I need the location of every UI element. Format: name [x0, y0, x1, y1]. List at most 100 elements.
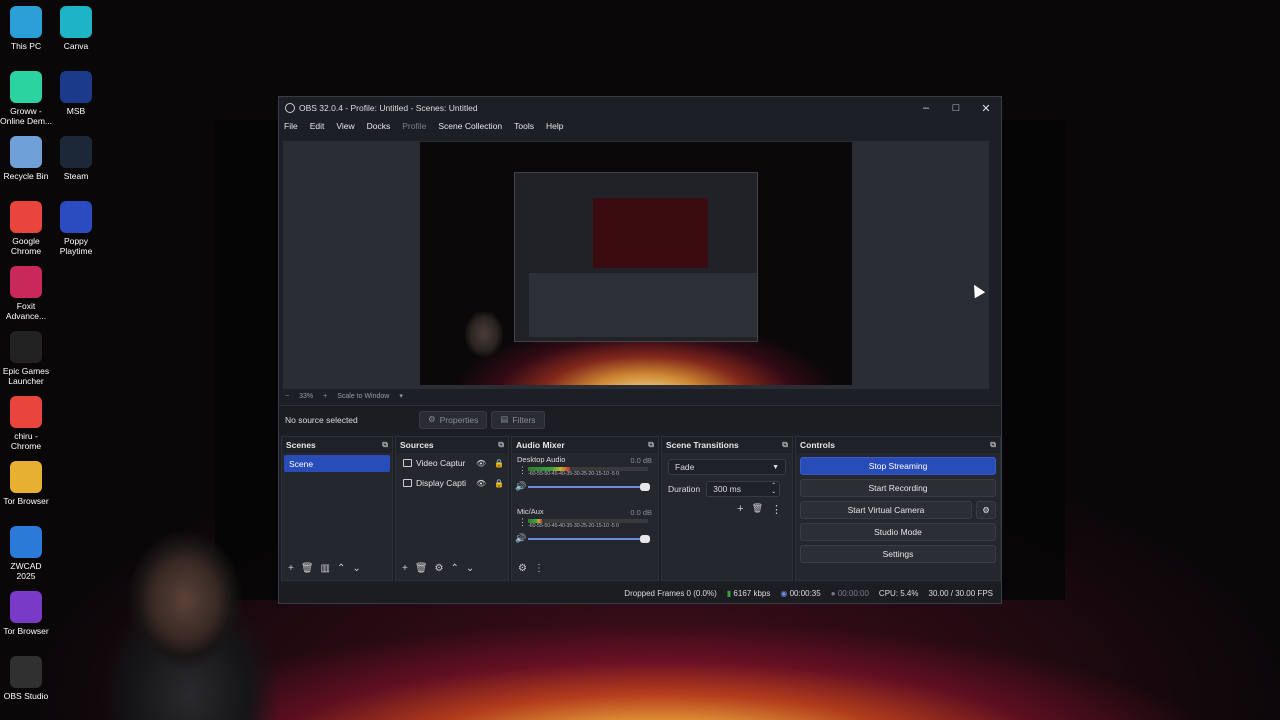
- add-icon[interactable]: +: [737, 503, 743, 516]
- add-icon[interactable]: +: [402, 563, 408, 574]
- desktop-icon[interactable]: MSB: [50, 71, 102, 116]
- desktop-icon[interactable]: Epic Games Launcher: [0, 331, 52, 386]
- lock-icon[interactable]: 🔒: [494, 479, 504, 488]
- source-item[interactable]: Display Capti 👁 🔒: [396, 473, 508, 493]
- desktop-icon-label: Foxit Advance...: [5, 301, 47, 321]
- popout-icon[interactable]: ⧉: [498, 440, 504, 450]
- maximize-button[interactable]: □: [941, 102, 971, 115]
- scene-item[interactable]: Scene: [284, 455, 390, 472]
- menu-bar: File Edit View Docks Profile Scene Colle…: [279, 119, 1001, 133]
- source-status: No source selected: [285, 414, 358, 425]
- bitrate: 6167 kbps: [733, 588, 771, 598]
- desktop-icon[interactable]: chiru - Chrome: [0, 396, 52, 451]
- kebab-icon[interactable]: ⋮: [771, 503, 782, 516]
- popout-icon[interactable]: ⧉: [990, 440, 996, 450]
- desktop-icon-label: ZWCAD 2025: [10, 561, 42, 581]
- preview-canvas[interactable]: [283, 141, 989, 389]
- cpu-usage: CPU: 5.4%: [878, 588, 919, 598]
- menu-scene-collection[interactable]: Scene Collection: [438, 121, 502, 131]
- status-bar: Dropped Frames 0 (0.0%) ▮ 6167 kbps ◉ 00…: [279, 583, 1001, 603]
- transition-select[interactable]: Fade ▼: [668, 459, 786, 475]
- canva-icon: [60, 6, 92, 38]
- desktop-icon[interactable]: Foxit Advance...: [0, 266, 52, 321]
- menu-edit[interactable]: Edit: [310, 121, 325, 131]
- scale-mode[interactable]: Scale to Window: [337, 393, 389, 400]
- eye-icon[interactable]: 👁: [476, 479, 486, 488]
- desktop-icon[interactable]: Recycle Bin: [0, 136, 52, 181]
- start-virtual-camera-button[interactable]: Start Virtual Camera: [800, 501, 972, 519]
- desktop-icon[interactable]: Steam: [50, 136, 102, 181]
- menu-view[interactable]: View: [336, 121, 354, 131]
- start-recording-button[interactable]: Start Recording: [800, 479, 996, 497]
- filters-button[interactable]: ▤ Filters: [491, 410, 545, 429]
- volume-slider[interactable]: [528, 535, 650, 543]
- minimize-button[interactable]: –: [911, 102, 941, 115]
- desktop-icon[interactable]: ZWCAD 2025: [0, 526, 52, 581]
- popout-icon[interactable]: ⧉: [648, 440, 654, 450]
- mixer-settings-icon[interactable]: ⚙: [518, 563, 527, 574]
- trash-icon[interactable]: 🗑: [301, 563, 314, 574]
- title-bar[interactable]: OBS 32.0.4 - Profile: Untitled - Scenes:…: [279, 97, 1001, 119]
- menu-profile[interactable]: Profile: [402, 121, 426, 131]
- mixer-title: Audio Mixer: [516, 440, 565, 450]
- controls-title: Controls: [800, 440, 835, 450]
- popout-icon[interactable]: ⧉: [782, 440, 788, 450]
- trash-icon[interactable]: 🗑: [415, 563, 428, 574]
- desktop-icon[interactable]: Tor Browser: [0, 461, 52, 506]
- lock-icon[interactable]: 🔒: [494, 459, 504, 468]
- desktop-icon-label: This PC: [10, 41, 42, 51]
- stream-time: 00:00:35: [789, 588, 821, 598]
- recycle-bin-icon: [10, 136, 42, 168]
- menu-file[interactable]: File: [284, 121, 298, 131]
- desktop-icon[interactable]: Groww - Online Dem...: [0, 71, 52, 126]
- eye-icon[interactable]: 👁: [476, 459, 486, 468]
- groww-icon: [10, 71, 42, 103]
- duration-field[interactable]: 300 ms ⌃ ⌄: [706, 481, 781, 497]
- popout-icon[interactable]: ⧉: [382, 440, 388, 450]
- volume-slider[interactable]: [528, 483, 650, 491]
- close-button[interactable]: ✕: [971, 102, 1001, 115]
- gear-icon[interactable]: ⚙: [435, 563, 444, 574]
- settings-button[interactable]: Settings: [800, 545, 996, 563]
- desktop-icon[interactable]: Google Chrome: [0, 201, 52, 256]
- menu-tools[interactable]: Tools: [514, 121, 534, 131]
- desktop-icon[interactable]: Canva: [50, 6, 102, 51]
- chevron-down-icon[interactable]: ▾: [399, 392, 403, 400]
- virtual-camera-settings-icon[interactable]: ⚙: [976, 501, 996, 519]
- move-up-icon[interactable]: ⌃: [451, 563, 459, 574]
- channel-db: 0.0 dB: [630, 508, 652, 517]
- display-capture-icon: [403, 479, 412, 487]
- properties-button[interactable]: ⚙ Properties: [419, 410, 488, 429]
- kebab-icon[interactable]: ⋮: [534, 563, 544, 574]
- desktop-icon[interactable]: This PC: [0, 6, 52, 51]
- desktop-icon[interactable]: OBS Studio: [0, 656, 52, 701]
- add-icon[interactable]: +: [288, 563, 294, 574]
- studio-mode-button[interactable]: Studio Mode: [800, 523, 996, 541]
- desktop-icon[interactable]: Tor Browser: [0, 591, 52, 636]
- move-down-icon[interactable]: ⌄: [466, 563, 474, 574]
- source-item[interactable]: Video Captur 👁 🔒: [396, 453, 508, 473]
- record-icon: ●: [830, 588, 836, 598]
- speaker-icon[interactable]: 🔊: [515, 481, 526, 492]
- kebab-icon[interactable]: ⋮: [518, 465, 527, 476]
- move-down-icon[interactable]: ⌄: [352, 563, 360, 574]
- zoom-in-icon[interactable]: +: [323, 393, 327, 400]
- obs-logo-icon: [285, 103, 295, 113]
- transitions-title: Scene Transitions: [666, 440, 739, 450]
- speaker-icon[interactable]: 🔊: [515, 533, 526, 544]
- webcam-overlay: [100, 505, 280, 720]
- trash-icon[interactable]: 🗑: [752, 503, 763, 516]
- desktop-icon-label: MSB: [66, 106, 86, 116]
- msb-icon: [60, 71, 92, 103]
- stop-streaming-button[interactable]: Stop Streaming: [800, 457, 996, 475]
- menu-help[interactable]: Help: [546, 121, 563, 131]
- kebab-icon[interactable]: ⋮: [518, 517, 527, 528]
- zoom-out-icon[interactable]: −: [285, 393, 289, 400]
- filter-icon[interactable]: ▥: [321, 563, 330, 574]
- poppy-icon: [60, 201, 92, 233]
- menu-docks[interactable]: Docks: [367, 121, 391, 131]
- desktop-icon-label: OBS Studio: [3, 691, 49, 701]
- move-up-icon[interactable]: ⌃: [337, 563, 345, 574]
- desktop-icon[interactable]: Poppy Playtime: [50, 201, 102, 256]
- mixer-channel-desktop: Desktop Audio 0.0 dB ⋮ -60-55-50-45-40-3…: [512, 453, 658, 505]
